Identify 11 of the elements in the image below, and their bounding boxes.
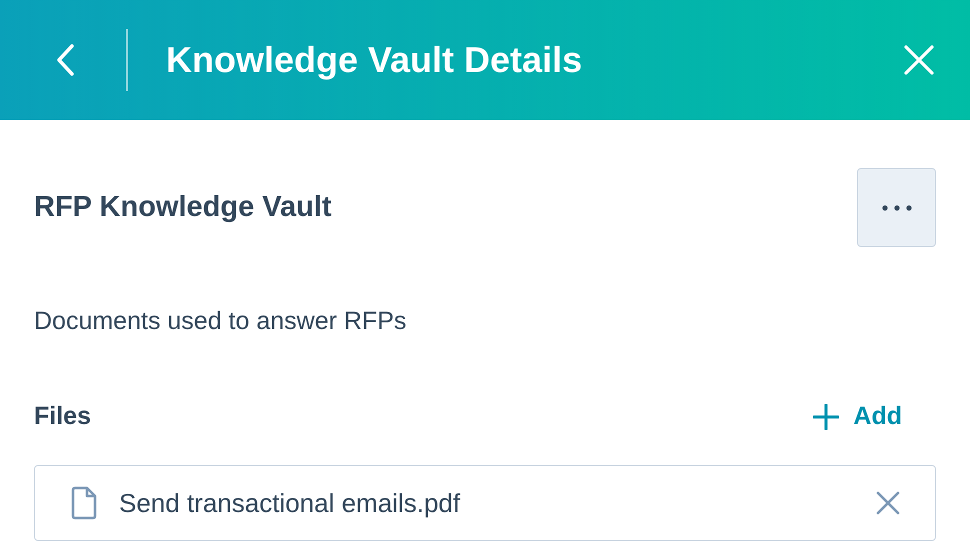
vault-name: RFP Knowledge Vault [34, 191, 332, 224]
remove-button[interactable] [875, 490, 901, 516]
plus-icon [813, 404, 840, 430]
add-button[interactable]: Add [813, 402, 902, 431]
panel-title: Knowledge Vault Details [166, 39, 584, 81]
close-button[interactable] [902, 43, 936, 77]
files-heading: Files [34, 402, 91, 431]
document-icon [71, 486, 97, 520]
more-icon [882, 204, 912, 210]
vault-description: Documents used to answer RFPs [34, 307, 408, 336]
file-name: Send transactional emails.pdf [119, 488, 462, 518]
